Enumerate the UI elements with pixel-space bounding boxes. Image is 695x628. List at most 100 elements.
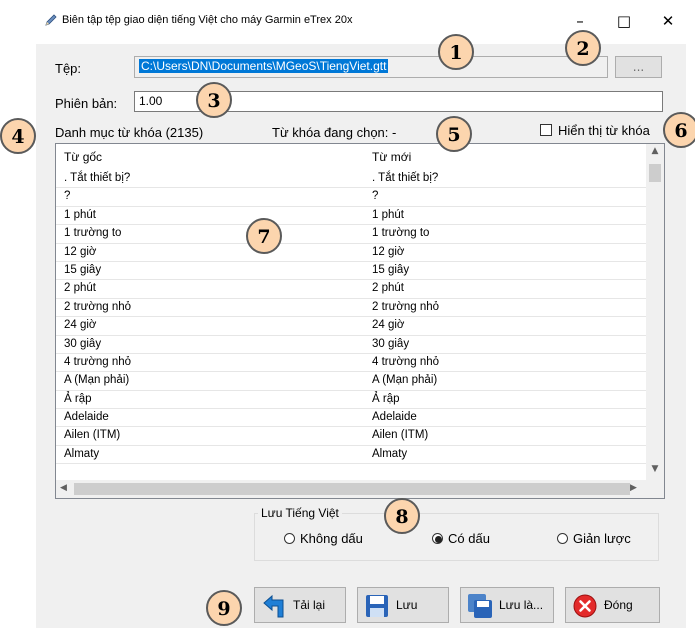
cell-new: 30 giây xyxy=(372,337,410,350)
cell-original: 1 trường to xyxy=(64,227,122,240)
cell-new: 12 giờ xyxy=(372,245,405,258)
reload-button[interactable]: Tải lại xyxy=(254,587,346,623)
cell-new: Ailen (ITM) xyxy=(372,429,429,442)
scroll-right-icon[interactable]: ▶ xyxy=(630,483,637,493)
window-title: Biên tập tệp giao diện tiếng Việt cho má… xyxy=(62,14,353,26)
callout-5: 5 xyxy=(436,116,472,152)
cell-new: Ả rập xyxy=(372,392,400,405)
horizontal-scrollbar[interactable]: ◀ ▶ xyxy=(56,480,664,498)
pencil-icon xyxy=(45,14,57,26)
table-row[interactable]: ?? xyxy=(56,188,646,207)
callout-7: 7 xyxy=(246,218,282,254)
save-button[interactable]: Lưu xyxy=(357,587,449,623)
floppy-disk-icon xyxy=(366,595,388,617)
horizontal-scroll-thumb[interactable] xyxy=(74,483,630,495)
cell-original: 24 giờ xyxy=(64,319,97,332)
cell-new: 15 giây xyxy=(372,263,410,276)
cell-original: 1 phút xyxy=(64,208,96,221)
scroll-left-icon[interactable]: ◀ xyxy=(60,483,67,493)
cell-new: 1 trường to xyxy=(372,227,430,240)
cell-original: 30 giây xyxy=(64,337,102,350)
radio-no-accent[interactable] xyxy=(284,533,295,544)
file-path-text: C:\Users\DN\Documents\MGeoS\TiengViet.gt… xyxy=(139,59,389,73)
table-row[interactable]: Ả rập Ả rập xyxy=(56,391,646,410)
table-row[interactable]: 2 trường nhỏ 2 trường nhỏ xyxy=(56,299,646,318)
scroll-up-icon[interactable]: ▲ xyxy=(646,146,664,156)
cell-original: 2 phút xyxy=(64,282,96,295)
cell-original: Ả rập xyxy=(64,392,92,405)
table-row[interactable]: Adelaide Adelaide xyxy=(56,409,646,428)
cell-new: 4 trường nhỏ xyxy=(372,355,440,368)
scroll-down-icon[interactable]: ▼ xyxy=(646,464,664,474)
cell-new: Almaty xyxy=(372,447,408,460)
cell-new: ? xyxy=(372,190,379,203)
show-keyword-checkbox[interactable] xyxy=(540,124,552,136)
callout-9: 9 xyxy=(206,590,242,626)
table-row[interactable]: 1 phút 1 phút xyxy=(56,207,646,226)
table-row[interactable]: 24 giờ 24 giờ xyxy=(56,317,646,336)
close-label: Đóng xyxy=(604,598,633,612)
radio-accent-label: Có dấu xyxy=(448,531,490,546)
cell-new: 2 trường nhỏ xyxy=(372,300,440,313)
table-row[interactable]: 4 trường nhỏ 4 trường nhỏ xyxy=(56,354,646,373)
radio-simplified[interactable] xyxy=(557,533,568,544)
radio-accent[interactable] xyxy=(432,533,443,544)
vertical-scroll-thumb[interactable] xyxy=(649,164,661,182)
table-row[interactable]: Almaty Almaty xyxy=(56,446,646,465)
cell-new: Adelaide xyxy=(372,411,417,424)
cell-new: 2 phút xyxy=(372,282,404,295)
close-button[interactable]: Đóng xyxy=(565,587,660,623)
maximize-button[interactable]: □ xyxy=(604,6,644,36)
selected-keyword-label: Từ khóa đang chọn: - xyxy=(272,125,397,140)
cell-original: 15 giây xyxy=(64,263,102,276)
keyword-table[interactable]: Từ gốc Từ mới . Tắt thiết bị?. Tắt thiết… xyxy=(55,143,665,499)
cell-original: 2 trường nhỏ xyxy=(64,300,132,313)
red-x-icon xyxy=(573,594,597,618)
save-label: Lưu xyxy=(396,598,418,612)
cell-new: 1 phút xyxy=(372,208,404,221)
close-window-button[interactable]: ✕ xyxy=(648,6,688,36)
save-as-label: Lưu là... xyxy=(499,598,544,612)
back-arrow-icon xyxy=(263,594,284,618)
callout-3: 3 xyxy=(196,82,232,118)
table-row[interactable]: 15 giây 15 giây xyxy=(56,262,646,281)
version-label: Phiên bản: xyxy=(55,96,118,111)
reload-label: Tải lại xyxy=(293,598,326,612)
cell-original: Ailen (ITM) xyxy=(64,429,121,442)
cell-original: A (Mạn phải) xyxy=(64,374,130,387)
radio-simplified-label: Giản lược xyxy=(573,531,631,546)
callout-2: 2 xyxy=(565,30,601,66)
cell-new: A (Mạn phải) xyxy=(372,374,438,387)
column-header-original[interactable]: Từ gốc xyxy=(64,150,102,164)
cell-original: 4 trường nhỏ xyxy=(64,355,132,368)
callout-1: 1 xyxy=(438,34,474,70)
table-row[interactable]: . Tắt thiết bị? . Tắt thiết bị? xyxy=(56,170,646,189)
cell-new: . Tắt thiết bị? xyxy=(372,172,439,184)
cell-original: . Tắt thiết bị? xyxy=(64,172,131,184)
cell-original: ? xyxy=(64,190,71,203)
cell-original: Almaty xyxy=(64,447,100,460)
callout-6: 6 xyxy=(663,112,695,148)
cell-original: Adelaide xyxy=(64,411,109,424)
vertical-scrollbar[interactable]: ▲ ▼ xyxy=(646,144,664,480)
table-row[interactable]: 1 trường to 1 trường to xyxy=(56,225,646,244)
save-as-icon xyxy=(468,594,492,618)
table-body: . Tắt thiết bị?. Tắt thiết bị??? 1 phút 1 … xyxy=(56,170,646,465)
file-path-input[interactable]: C:\Users\DN\Documents\MGeoS\TiengViet.gt… xyxy=(134,56,608,78)
show-keyword-label: Hiển thị từ khóa xyxy=(558,123,650,138)
table-row[interactable]: 12 giờ 12 giờ xyxy=(56,244,646,262)
save-as-button[interactable]: Lưu là... xyxy=(460,587,554,623)
table-row[interactable]: A (Mạn phải) A (Mạn phải) xyxy=(56,372,646,391)
radio-no-accent-label: Không dấu xyxy=(300,531,363,546)
callout-8: 8 xyxy=(384,498,420,534)
column-header-new[interactable]: Từ mới xyxy=(372,150,411,164)
browse-button[interactable]: ... xyxy=(615,56,662,78)
cell-new: 24 giờ xyxy=(372,319,405,332)
table-row[interactable]: 30 giây 30 giây xyxy=(56,336,646,354)
keyword-list-label: Danh mục từ khóa (2135) xyxy=(55,125,204,140)
table-row[interactable]: 2 phút 2 phút xyxy=(56,280,646,299)
cell-original: 12 giờ xyxy=(64,245,97,258)
table-row[interactable]: Ailen (ITM) Ailen (ITM) xyxy=(56,427,646,446)
save-options-legend: Lưu Tiếng Việt xyxy=(258,506,342,520)
callout-4: 4 xyxy=(0,118,36,154)
